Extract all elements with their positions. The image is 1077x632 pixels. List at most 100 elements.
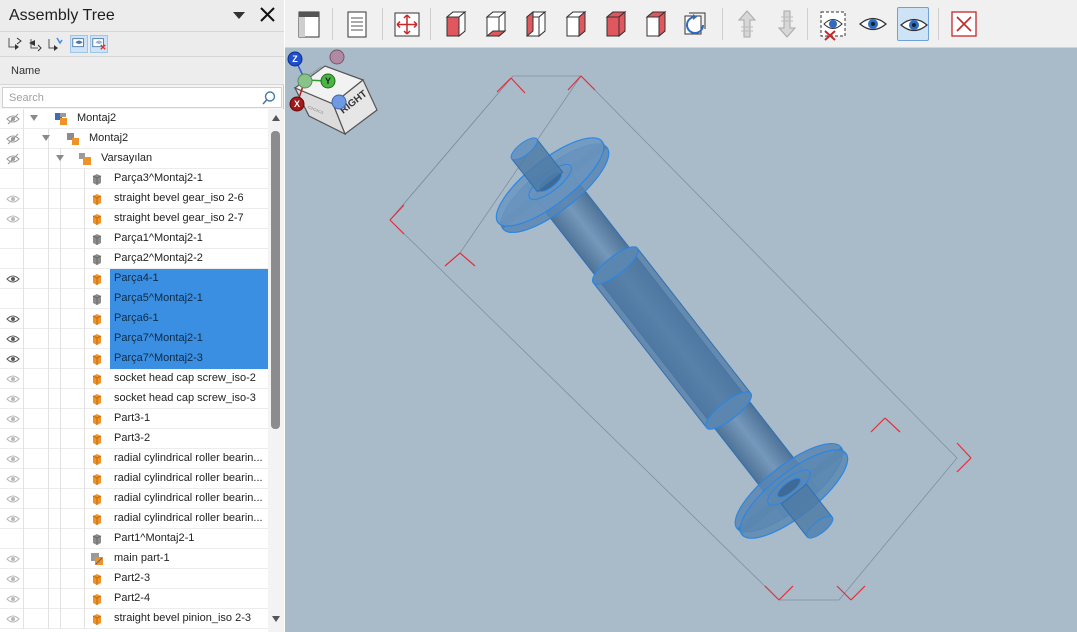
view-right-cube-button[interactable] — [559, 7, 591, 41]
close-icon[interactable] — [256, 4, 278, 26]
view-back-cube-button[interactable] — [599, 7, 631, 41]
tree-guide-line — [23, 249, 24, 269]
tree-row-label: radial cylindrical roller bearin... — [114, 492, 263, 504]
search-icon[interactable] — [261, 90, 277, 106]
show-icon — [858, 17, 888, 31]
show-selected-only-button[interactable] — [897, 7, 929, 41]
expand-all-icon[interactable] — [6, 35, 24, 53]
tree-guide-line — [60, 329, 61, 349]
tree-guide-line — [84, 529, 85, 549]
tree-row-label: Parça7^Montaj2-1 — [114, 332, 203, 344]
tree-row-label: socket head cap screw_iso-3 — [114, 392, 256, 404]
tree-row-label: Part2-4 — [114, 592, 151, 604]
tree-row[interactable]: radial cylindrical roller bearin... — [0, 469, 268, 489]
scroll-up-arrow-icon[interactable] — [272, 115, 280, 121]
tree-row[interactable]: straight bevel gear_iso 2-7 — [0, 209, 268, 229]
close-view-icon — [951, 11, 977, 37]
search-input[interactable] — [9, 91, 249, 105]
rotate-view-button[interactable] — [679, 7, 711, 41]
panel-menu-chevron-icon[interactable] — [233, 12, 245, 19]
tree-row[interactable]: Parça7^Montaj2-1 — [0, 329, 268, 349]
tree-row[interactable]: straight bevel gear_iso 2-6 — [0, 189, 268, 209]
expand-toggle-icon[interactable] — [56, 155, 64, 161]
show-button[interactable] — [857, 7, 889, 41]
view-left-cube-icon — [525, 10, 547, 38]
toolbar-separator — [430, 8, 431, 40]
tree-row[interactable]: Parça7^Montaj2-3 — [0, 349, 268, 369]
tree-row[interactable]: Part2-3 — [0, 569, 268, 589]
shaft-assembly[interactable] — [469, 104, 876, 573]
close-view-button[interactable] — [947, 7, 979, 41]
tree-guide-line — [84, 469, 85, 489]
tree-row[interactable]: Part3-2 — [0, 429, 268, 449]
3d-viewport[interactable]: RIGHT ▭▭▭ ▭▭▭ Z Y X — [285, 48, 1077, 632]
tree-row[interactable]: straight bevel pinion_iso 2-3 — [0, 609, 268, 629]
tree-guide-line — [23, 349, 24, 369]
tree-guide-line — [60, 429, 61, 449]
rotate-view-icon — [684, 12, 706, 35]
tree-scrollbar[interactable] — [268, 109, 284, 632]
tree-guide-line — [23, 289, 24, 309]
expand-toggle-icon[interactable] — [42, 135, 50, 141]
fit-all-button[interactable] — [391, 7, 423, 41]
toolbar-separator — [938, 8, 939, 40]
toolbar-separator — [722, 8, 723, 40]
tree-guide-line — [60, 569, 61, 589]
tree-row[interactable]: socket head cap screw_iso-3 — [0, 389, 268, 409]
tree-row[interactable]: Parça6-1 — [0, 309, 268, 329]
column-header[interactable]: Name — [0, 57, 284, 85]
tree-guide-line — [23, 209, 24, 229]
tree-guide-line — [84, 309, 85, 329]
panel-toggle-button[interactable] — [293, 7, 325, 41]
tree-guide-line — [48, 269, 49, 289]
toolbar-separator — [382, 8, 383, 40]
tree-guide-line — [48, 409, 49, 429]
document-button[interactable] — [341, 7, 373, 41]
view-front-cube-icon — [445, 10, 467, 38]
view-top-cube-button[interactable] — [639, 7, 671, 41]
tree-guide-line — [48, 609, 49, 629]
tree-row[interactable]: main part-1 — [0, 549, 268, 569]
tree-guide-line — [23, 529, 24, 549]
explode-up-button[interactable] — [731, 7, 763, 41]
tree-row[interactable]: Parça4-1 — [0, 269, 268, 289]
tree-row[interactable]: Varsayılan — [0, 149, 268, 169]
scroll-down-arrow-icon[interactable] — [272, 616, 280, 622]
tree-guide-line — [60, 349, 61, 369]
tree-guide-line — [60, 249, 61, 269]
expand-toggle-icon[interactable] — [30, 115, 38, 121]
view-left-cube-button[interactable] — [519, 7, 551, 41]
tree-row[interactable]: Part1^Montaj2-1 — [0, 529, 268, 549]
expand-selected-icon[interactable] — [46, 35, 64, 53]
tree-row[interactable]: radial cylindrical roller bearin... — [0, 449, 268, 469]
explode-down-button[interactable] — [771, 7, 803, 41]
view-bottom-cube-button[interactable] — [479, 7, 511, 41]
filter-hidden-icon[interactable] — [90, 35, 108, 53]
tree-guide-line — [23, 129, 24, 149]
tree-guide-line — [48, 489, 49, 509]
tree-row[interactable]: Part3-1 — [0, 409, 268, 429]
tree-row[interactable]: Parça1^Montaj2-1 — [0, 229, 268, 249]
filter-visible-icon[interactable] — [70, 35, 88, 53]
tree-guide-line — [84, 329, 85, 349]
tree-row-label: Part3-1 — [114, 412, 151, 424]
tree-row[interactable]: Parça5^Montaj2-1 — [0, 289, 268, 309]
tree-row[interactable]: Montaj2 — [0, 109, 268, 129]
tree-guide-line — [84, 409, 85, 429]
tree-row[interactable]: Part2-4 — [0, 589, 268, 609]
hide-selected-button[interactable] — [817, 7, 849, 41]
tree-guide-line — [84, 189, 85, 209]
view-front-cube-button[interactable] — [439, 7, 471, 41]
tree-guide-line — [48, 209, 49, 229]
tree-row[interactable]: Montaj2 — [0, 129, 268, 149]
tree-row[interactable]: radial cylindrical roller bearin... — [0, 489, 268, 509]
explode-up-icon — [737, 10, 757, 38]
collapse-all-icon[interactable] — [26, 35, 44, 53]
tree-guide-line — [48, 249, 49, 269]
assembly-tree-panel: Assembly Tree Name Montaj2Montaj2Varsayı — [0, 0, 284, 632]
tree-row[interactable]: Parça3^Montaj2-1 — [0, 169, 268, 189]
tree-row[interactable]: Parça2^Montaj2-2 — [0, 249, 268, 269]
tree-row[interactable]: socket head cap screw_iso-2 — [0, 369, 268, 389]
tree-row[interactable]: radial cylindrical roller bearin... — [0, 509, 268, 529]
scrollbar-thumb[interactable] — [271, 131, 280, 429]
